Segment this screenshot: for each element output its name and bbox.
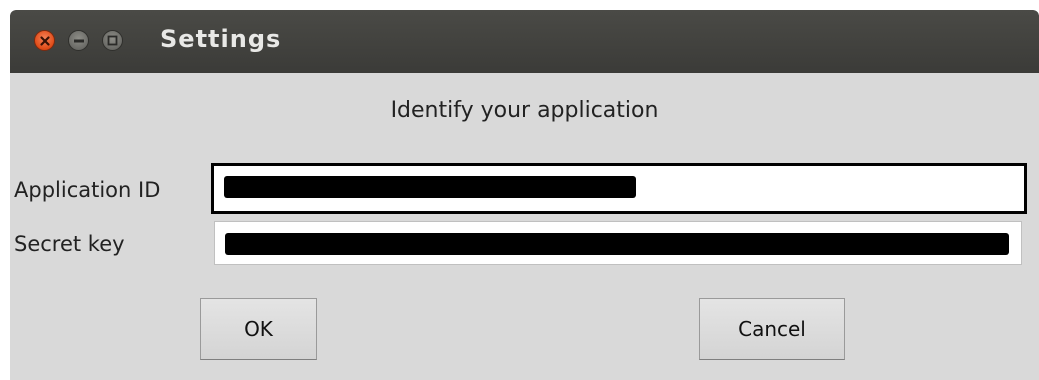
redacted-secret-key (225, 233, 1009, 255)
settings-dialog: Settings Identify your application Appli… (10, 10, 1039, 380)
dialog-heading: Identify your application (390, 98, 659, 123)
secret-key-label: Secret key (14, 232, 125, 256)
maximize-button[interactable] (102, 30, 123, 51)
close-icon (40, 36, 50, 46)
secret-key-input[interactable] (214, 221, 1022, 265)
ok-button[interactable]: OK (200, 298, 317, 360)
minimize-icon (74, 39, 84, 43)
close-button[interactable] (34, 30, 55, 51)
application-id-input[interactable] (211, 163, 1027, 214)
redacted-application-id (224, 176, 636, 198)
maximize-icon (107, 35, 118, 46)
minimize-button[interactable] (68, 30, 89, 51)
window-title: Settings (160, 25, 282, 53)
cancel-button[interactable]: Cancel (699, 298, 845, 360)
application-id-label: Application ID (14, 178, 161, 202)
title-bar[interactable]: Settings (10, 10, 1039, 73)
